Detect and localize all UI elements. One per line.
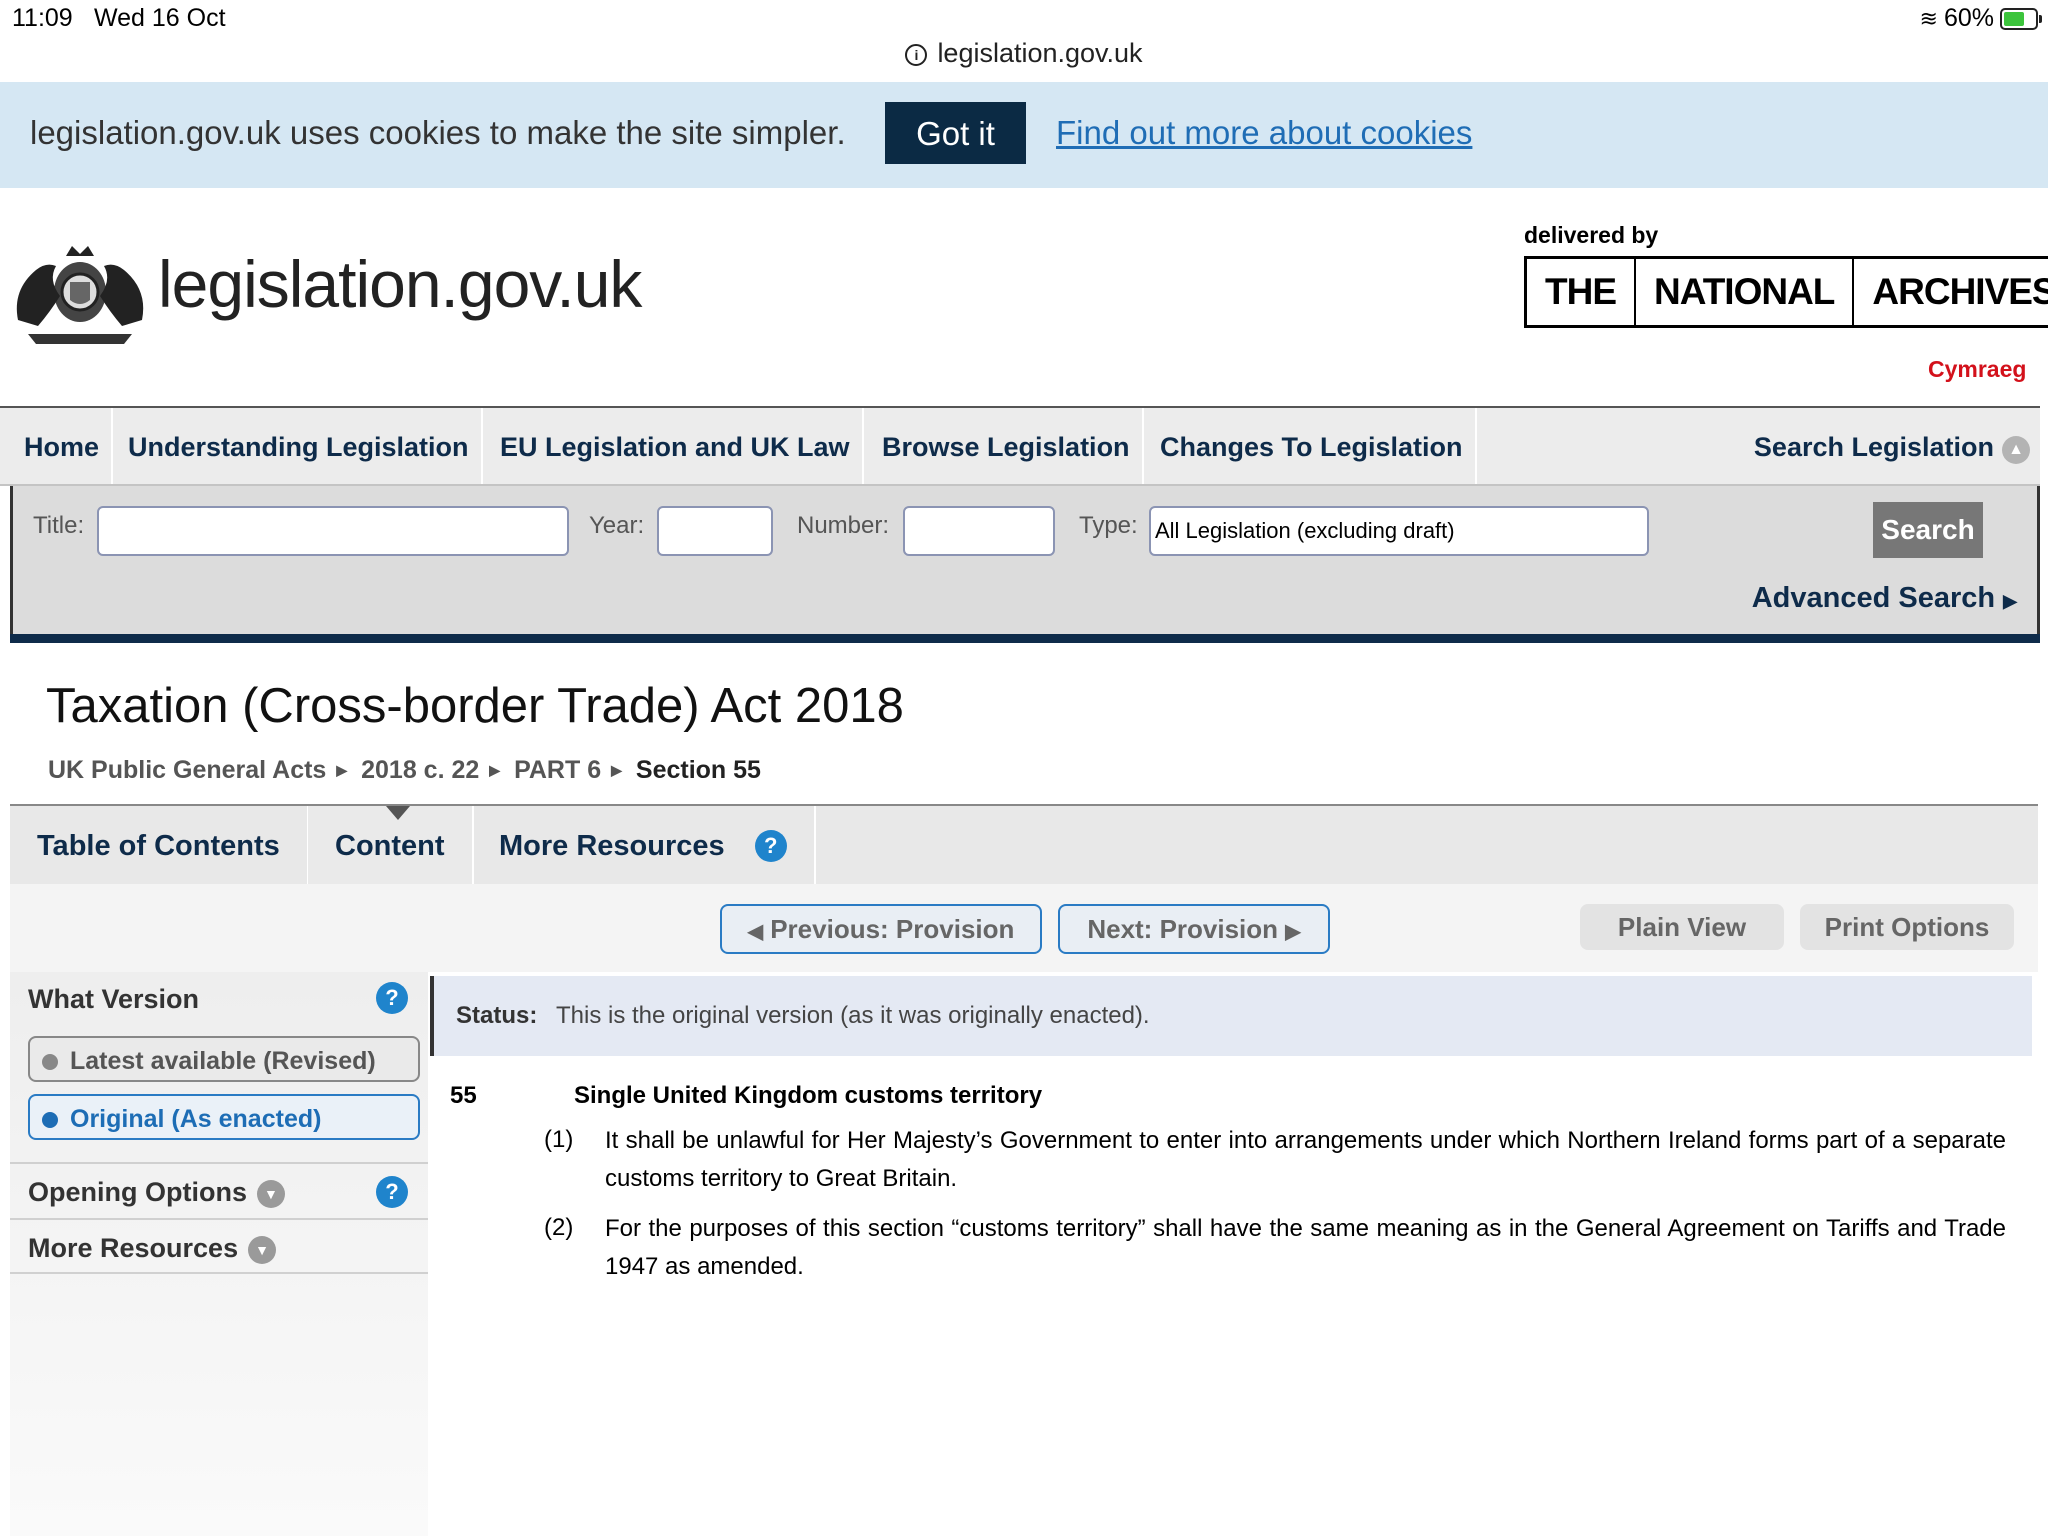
cookie-info-link[interactable]: Find out more about cookies xyxy=(1056,114,1472,152)
chevron-up-icon: ▲ xyxy=(2002,436,2030,464)
next-provision-button[interactable]: Next: Provision ▶ xyxy=(1058,904,1330,954)
search-toggle-label: Search Legislation xyxy=(1753,432,1994,462)
title-label: Title: xyxy=(33,512,85,539)
cookie-message: legislation.gov.uk uses cookies to make … xyxy=(30,114,846,151)
paragraph-text: It shall be unlawful for Her Majesty’s G… xyxy=(605,1127,2006,1192)
page-title: Taxation (Cross-border Trade) Act 2018 xyxy=(46,679,904,733)
year-input[interactable] xyxy=(657,506,773,556)
what-version-heading: What Version xyxy=(28,984,200,1014)
breadcrumb-item[interactable]: UK Public General Acts xyxy=(48,756,326,785)
divider xyxy=(10,634,2040,643)
number-label: Number: xyxy=(797,512,890,539)
tna-word: ARCHIVES xyxy=(1872,271,2048,312)
nav-understanding-legislation[interactable]: Understanding Legislation xyxy=(116,408,483,484)
triangle-right-icon: ▶ xyxy=(2003,591,2017,611)
battery-icon xyxy=(2000,7,2042,30)
tna-word: NATIONAL xyxy=(1636,259,1855,325)
type-label: Type: xyxy=(1079,512,1138,539)
help-icon[interactable]: ? xyxy=(754,830,787,862)
triangle-right-icon: ▶ xyxy=(611,762,622,778)
main-navigation: Home Understanding Legislation EU Legisl… xyxy=(0,406,2040,486)
type-select[interactable]: All Legislation (excluding draft) xyxy=(1149,506,1649,556)
provision-navigation: ◀ Previous: Provision Next: Provision ▶ … xyxy=(10,884,2038,972)
search-panel: Title: Year: Number: Type: All Legislati… xyxy=(10,486,2040,636)
breadcrumb-current: Section 55 xyxy=(635,756,761,784)
radio-dot-icon xyxy=(42,1112,58,1128)
delivered-by-label: delivered by xyxy=(1524,222,1659,248)
version-latest-button[interactable]: Latest available (Revised) xyxy=(28,1036,420,1082)
year-label: Year: xyxy=(589,512,645,539)
plain-view-button[interactable]: Plain View xyxy=(1580,904,1784,950)
got-it-button[interactable]: Got it xyxy=(885,102,1026,164)
breadcrumb-item[interactable]: 2018 c. 22 xyxy=(361,756,479,785)
triangle-right-icon: ▶ xyxy=(336,762,348,778)
national-archives-logo[interactable]: THE NATIONAL ARCHIVES xyxy=(1524,256,2048,328)
radio-dot-icon xyxy=(42,1054,58,1070)
breadcrumb: UK Public General Acts ▶ 2018 c. 22 ▶ PART… xyxy=(48,756,771,785)
welsh-language-link[interactable]: Cymraeg xyxy=(1928,356,2026,383)
search-legislation-toggle[interactable]: Search Legislation ▲ xyxy=(1754,408,2030,484)
opening-options-section[interactable]: Opening Options ▼ ? xyxy=(10,1162,428,1218)
status-label: Status: xyxy=(456,1002,538,1029)
nav-changes-to-legislation[interactable]: Changes To Legislation xyxy=(1148,408,1477,484)
tab-more-resources[interactable]: More Resources ? xyxy=(472,806,816,884)
paragraph-text: For the purposes of this section “custom… xyxy=(605,1215,2006,1280)
triangle-left-icon: ◀ xyxy=(747,921,763,943)
help-icon[interactable]: ? xyxy=(376,1176,408,1208)
tab-label: More Resources xyxy=(499,830,725,862)
more-resources-section[interactable]: More Resources ▼ xyxy=(10,1218,428,1274)
status-right: ≋ 60% xyxy=(1919,4,2042,33)
paragraph-number: (2) xyxy=(544,1214,574,1241)
nav-eu-legislation[interactable]: EU Legislation and UK Law xyxy=(488,408,864,484)
tab-bar: Table of Contents Content More Resources… xyxy=(10,804,2038,886)
section-number: 55 xyxy=(450,1082,477,1109)
number-input[interactable] xyxy=(903,506,1055,556)
wifi-icon: ≋ xyxy=(1919,5,1938,31)
breadcrumb-item[interactable]: PART 6 xyxy=(514,756,601,785)
royal-coat-of-arms-icon xyxy=(16,246,144,344)
help-icon[interactable]: ? xyxy=(376,982,408,1014)
tna-word: THE xyxy=(1527,259,1636,325)
nav-browse-legislation[interactable]: Browse Legislation xyxy=(870,408,1144,484)
more-resources-label: More Resources xyxy=(28,1233,239,1263)
nav-home[interactable]: Home xyxy=(12,408,114,484)
previous-label: Previous: Provision xyxy=(770,914,1015,944)
info-icon: i xyxy=(905,44,928,66)
status-time: 11:09 xyxy=(12,4,73,32)
search-button[interactable]: Search xyxy=(1873,502,1983,558)
ios-status-bar: 11:09 Wed 16 Oct ≋ 60% i legislation.gov.… xyxy=(0,0,2048,83)
print-options-button[interactable]: Print Options xyxy=(1800,904,2014,950)
address-url: legislation.gov.uk xyxy=(937,38,1143,68)
tab-table-of-contents[interactable]: Table of Contents xyxy=(10,806,309,884)
status-date: Wed 16 Oct xyxy=(94,4,226,32)
active-tab-indicator xyxy=(386,806,410,820)
chevron-down-icon: ▼ xyxy=(256,1180,285,1208)
paragraph-number: (1) xyxy=(544,1126,574,1153)
advanced-search-link[interactable]: Advanced Search ▶ xyxy=(1752,582,2017,615)
previous-provision-button[interactable]: ◀ Previous: Provision xyxy=(720,904,1042,954)
sidebar: What Version ? Latest available (Revised… xyxy=(10,972,428,1536)
section-title: Single United Kingdom customs territory xyxy=(574,1082,1043,1109)
cookie-banner: legislation.gov.uk uses cookies to make … xyxy=(0,82,2048,188)
next-label: Next: Provision xyxy=(1087,914,1279,944)
opening-options-label: Opening Options xyxy=(28,1177,247,1207)
battery-percent: 60% xyxy=(1943,4,1994,32)
version-label: Original (As enacted) xyxy=(70,1105,322,1133)
triangle-right-icon: ▶ xyxy=(489,762,501,778)
chevron-down-icon: ▼ xyxy=(248,1236,277,1264)
status-text: This is the original version (as it was … xyxy=(556,1002,1150,1029)
site-logo-text[interactable]: legislation.gov.uk xyxy=(158,246,642,322)
status-box: Status: This is the original version (as… xyxy=(430,976,2032,1056)
advanced-search-label: Advanced Search xyxy=(1751,582,1996,614)
triangle-right-icon: ▶ xyxy=(1285,921,1301,943)
title-input[interactable] xyxy=(97,506,569,556)
version-label: Latest available (Revised) xyxy=(70,1047,376,1075)
version-original-button[interactable]: Original (As enacted) xyxy=(28,1094,420,1140)
address-bar[interactable]: i legislation.gov.uk xyxy=(0,38,2048,69)
